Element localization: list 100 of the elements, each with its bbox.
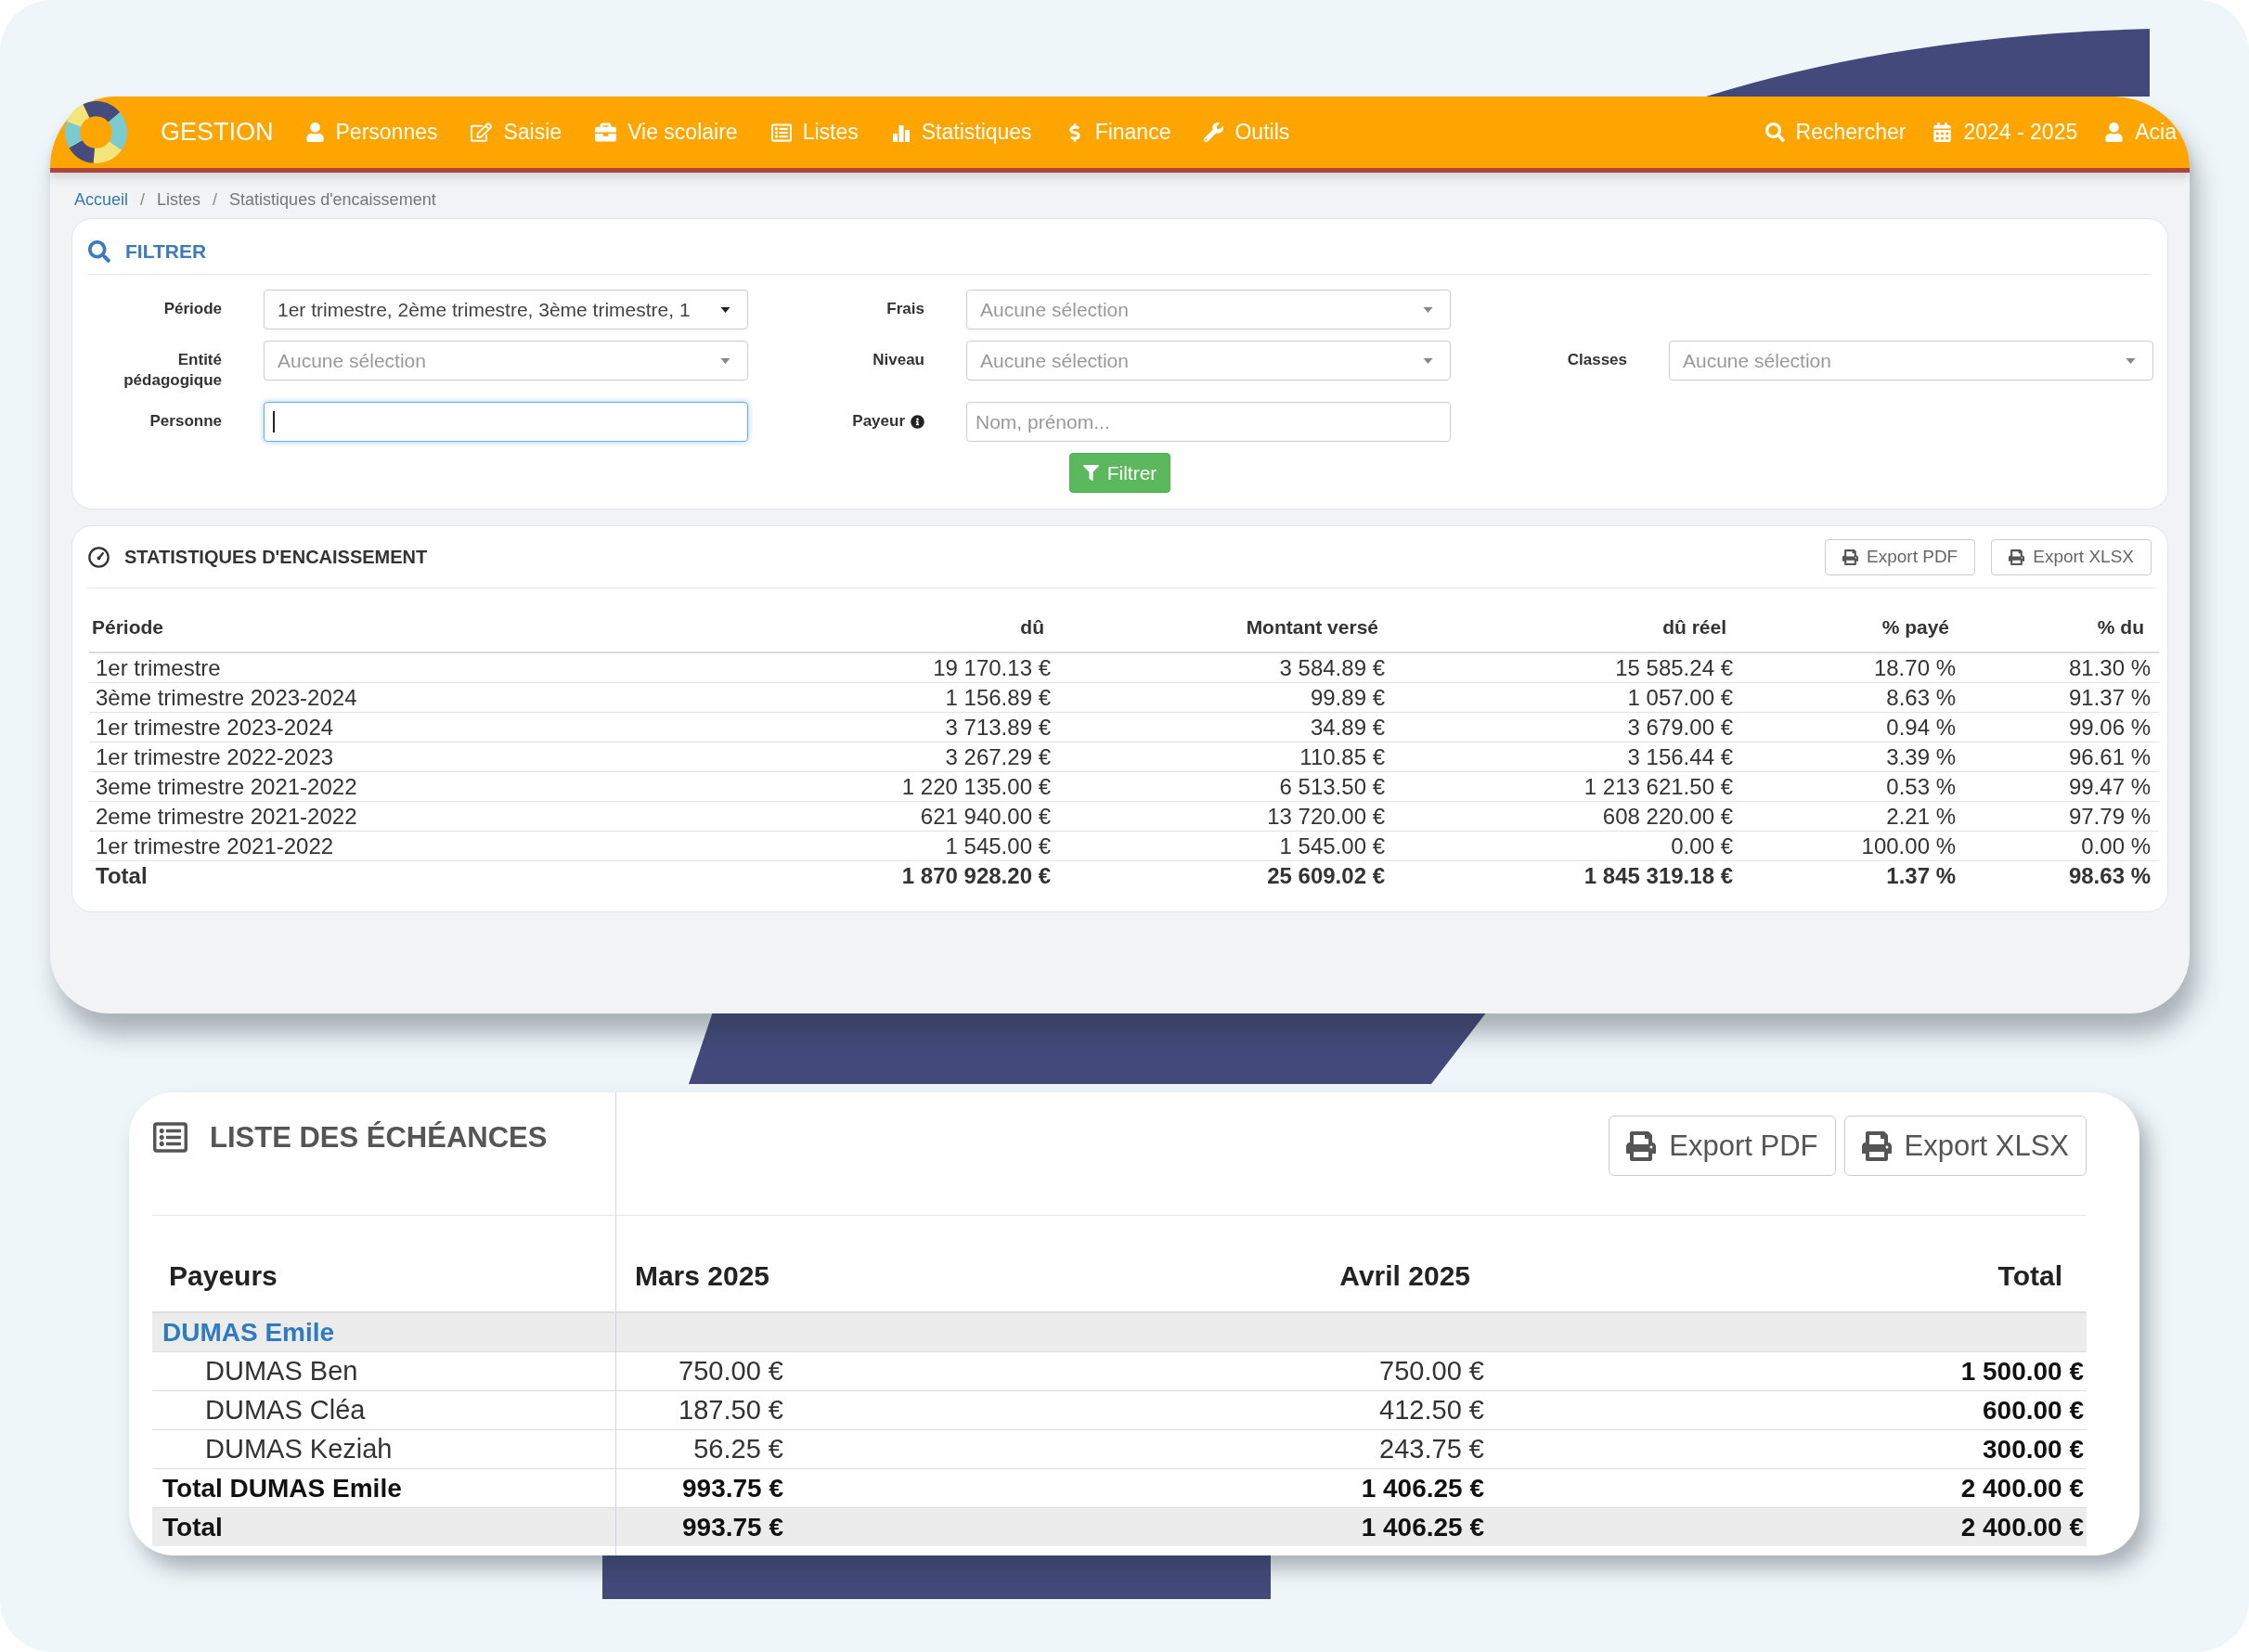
table-cell: Total [152,1507,615,1546]
table-cell: 100.00 % [1741,831,1964,861]
text-input[interactable] [264,402,748,442]
export-button[interactable]: Export XLSX [1843,1116,2087,1176]
table-cell: 99.89 € [1059,682,1393,713]
select-field[interactable]: Aucune sélection [966,341,1451,381]
table-cell: 3ème trimestre 2023-2024 [89,682,651,713]
select-field[interactable]: Aucune sélection [264,341,748,381]
table-cell: 56.25 € [615,1429,794,1469]
table-cell: 3 713.89 € [651,712,1059,742]
select-field[interactable]: 1er trimestre, 2ème trimestre, 3ème trimestre, 1 [264,290,748,329]
brand-link[interactable]: GESTION [161,118,274,147]
text-cursor-icon [273,411,275,432]
export-button[interactable]: Export PDF [1609,1116,1836,1176]
select-field[interactable]: Aucune sélection [1669,341,2153,381]
table-cell: 3eme trimestre 2021-2022 [89,771,651,802]
field-label: Période [163,299,222,319]
breadcrumb-link[interactable]: Accueil [74,189,129,210]
table-cell: 1er trimestre [89,652,651,683]
nav-link[interactable]: Finance [1065,120,1171,145]
table-cell: 3 156.44 € [1393,742,1741,772]
nav-link[interactable]: Vie scolaire [595,120,738,145]
table-cell: 412.50 € [794,1390,1494,1430]
table-cell: 3 267.29 € [651,742,1059,772]
list-icon [153,1120,187,1155]
table-cell: 34.89 € [1059,712,1393,742]
table-cell: 96.61 % [1964,742,2159,772]
nav-link[interactable]: Listes [770,120,859,145]
table-cell: 15 585.24 € [1393,652,1741,683]
filter-icon [1082,465,1099,481]
table-cell: 1.37 % [1741,860,1964,890]
table-cell: 0.00 % [1964,831,2159,861]
edit-icon [471,122,493,143]
field-label: Classes [1567,350,1627,370]
nav-link[interactable]: Outils [1204,120,1290,145]
table-cell: 300.00 € [1494,1429,2087,1469]
filter-button[interactable]: Filtrer [1068,453,1171,493]
column-header: Période [89,588,651,652]
table-cell: 3.39 % [1741,742,1964,772]
table-cell: 6 513.50 € [1059,771,1393,802]
table-cell: 1 845 319.18 € [1393,860,1741,890]
caret-icon [720,357,730,364]
breadcrumb-item: Listes [157,189,201,210]
table-cell: 2 400.00 € [1494,1468,2087,1508]
logo-icon[interactable] [65,101,127,163]
nav-link[interactable]: Rechercher [1764,120,1906,145]
table-cell: 993.75 € [615,1507,794,1546]
nav-link[interactable]: 2024 - 2025 [1932,120,2078,145]
table-cell: 1 545.00 € [1059,831,1393,861]
table-cell: 2 400.00 € [1494,1507,2087,1546]
field-label: Payeur [852,411,905,432]
column-header: % payé [1741,588,1964,652]
info-icon[interactable] [911,414,924,429]
table-cell: DUMAS Cléa [152,1390,615,1430]
table-cell: DUMAS Ben [152,1351,615,1391]
panel-title: STATISTIQUES D'ENCAISSEMENT [124,546,428,568]
nav-link[interactable]: Acia [2104,120,2177,145]
bar-chart-icon [891,123,911,142]
table-cell: 1er trimestre 2022-2023 [89,742,651,772]
nav-link[interactable]: Saisie [471,120,562,145]
nav-link[interactable]: Personnes [304,120,438,145]
field-label: Personne [149,411,222,432]
user-icon [304,123,325,142]
table-cell: Total DUMAS Emile [152,1468,615,1508]
table-cell: 1 213 621.50 € [1393,771,1741,802]
export-button[interactable]: Export XLSX [1991,538,2152,575]
nav-link[interactable]: Statistiques [891,120,1032,145]
table-cell: 1 220 135.00 € [651,771,1059,802]
printer-icon [1842,549,1858,565]
caret-icon [720,306,730,313]
table-cell: 99.06 % [1964,712,2159,742]
table-cell: 750.00 € [794,1351,1494,1391]
table-cell: 1 406.25 € [794,1507,1494,1546]
panel-title: FILTRER [125,239,207,263]
table-cell: 1 870 928.20 € [651,860,1059,890]
table-cell: 621 940.00 € [651,801,1059,832]
table-cell: 1 545.00 € [651,831,1059,861]
card-title: LISTE DES ÉCHÉANCES [210,1120,548,1155]
table-cell: 1 156.89 € [651,682,1059,713]
table-cell: 2.21 % [1741,801,1964,832]
printer-icon [1861,1130,1892,1161]
column-header: dû réel [1393,588,1741,652]
table-cell: 3 584.89 € [1059,652,1393,683]
select-field[interactable]: Aucune sélection [966,290,1451,329]
table-cell: 3 679.00 € [1393,712,1741,742]
printer-icon [1626,1130,1657,1161]
text-input[interactable]: Nom, prénom... [966,402,1451,442]
export-button[interactable]: Export PDF [1825,538,1976,575]
table-cell: 8.63 % [1741,682,1964,713]
payer-link[interactable]: DUMAS Emile [162,1318,335,1347]
breadcrumb-separator: / [213,189,218,210]
table-cell: 97.79 % [1964,801,2159,832]
caret-icon [1423,306,1433,313]
table-cell: 19 170.13 € [651,652,1059,683]
table-cell: 110.85 € [1059,742,1393,772]
table-cell: 1 406.25 € [794,1468,1494,1508]
briefcase-icon [595,122,617,143]
column-header: dû [651,588,1059,652]
field-label: Entité pédagogique [123,350,222,391]
caret-icon [2126,357,2136,364]
